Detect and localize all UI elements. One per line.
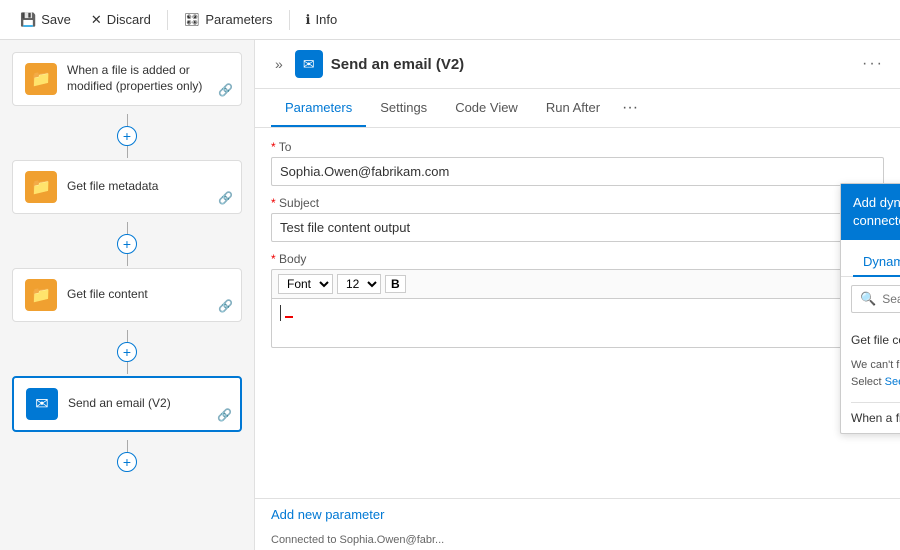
- flow-node-content[interactable]: 📁 Get file content 🔗: [12, 268, 242, 322]
- dynamic-section-2: When a file is added or updated See more: [841, 403, 900, 433]
- connector-line3: [127, 222, 128, 234]
- tab-bar: Parameters Settings Code View Run After …: [255, 89, 900, 128]
- parameters-icon: 🎛: [184, 12, 201, 28]
- dynamic-section-1: Get file content See more We can't find …: [841, 321, 900, 402]
- form-content: * To * Subject * Body: [255, 128, 900, 550]
- connector-3: +: [12, 330, 242, 374]
- connector-line: [127, 114, 128, 126]
- connected-text: Connected to Sophia.Owen@fabr...: [255, 530, 900, 550]
- see-more-inline-link[interactable]: See more: [885, 376, 900, 388]
- body-required: *: [271, 252, 279, 266]
- connector-line2: [127, 146, 128, 158]
- connector-2: +: [12, 222, 242, 266]
- action-title: Send an email (V2): [331, 56, 464, 73]
- add-param-bar: Add new parameter: [255, 498, 900, 530]
- connector-line5: [127, 330, 128, 342]
- parameters-button[interactable]: 🎛 Parameters: [176, 8, 281, 32]
- connector-line4: [127, 254, 128, 266]
- link-icon-metadata: 🔗: [218, 191, 233, 205]
- link-icon-email: 🔗: [217, 408, 232, 422]
- add-step-3[interactable]: +: [117, 342, 137, 362]
- body-field: * Body Font 12 B: [271, 252, 884, 348]
- connector-1: +: [12, 114, 242, 158]
- body-underline: [285, 316, 293, 318]
- flow-node-email[interactable]: ✉ Send an email (V2) 🔗: [12, 376, 242, 432]
- info-label: Info: [315, 12, 337, 27]
- info-button[interactable]: ℹ Info: [298, 8, 346, 32]
- search-icon: 🔍: [860, 291, 876, 307]
- trigger-label: When a file is added or modified (proper…: [67, 63, 229, 94]
- to-label: * To: [271, 140, 884, 154]
- connector-line7: [127, 440, 128, 452]
- to-required: *: [271, 140, 279, 154]
- info-icon: ℹ: [306, 12, 311, 28]
- email-label: Send an email (V2): [68, 396, 171, 412]
- trigger-icon: 📁: [25, 63, 57, 95]
- link-icon-content: 🔗: [218, 299, 233, 313]
- tab-runafter[interactable]: Run After: [532, 90, 614, 127]
- fontsize-select[interactable]: 12: [337, 274, 381, 294]
- dtab-dynamic[interactable]: Dynamic content: [853, 248, 900, 277]
- toolbar-divider: [167, 10, 168, 30]
- dynamic-header: Add dynamic content from the apps and co…: [841, 184, 900, 240]
- discard-button[interactable]: ✕ Discard: [83, 8, 159, 32]
- metadata-label: Get file metadata: [67, 179, 158, 195]
- tab-more-button[interactable]: ···: [614, 89, 646, 127]
- content-icon: 📁: [25, 279, 57, 311]
- form-area: * To * Subject * Body: [255, 128, 900, 498]
- metadata-icon: 📁: [25, 171, 57, 203]
- parameters-label: Parameters: [205, 12, 272, 27]
- cursor: [280, 305, 281, 321]
- subject-required: *: [271, 196, 279, 210]
- flow-node-trigger[interactable]: 📁 When a file is added or modified (prop…: [12, 52, 242, 106]
- section2-title: When a file is added or updated: [851, 411, 900, 425]
- flow-node-metadata[interactable]: 📁 Get file metadata 🔗: [12, 160, 242, 214]
- action-header: » ✉ Send an email (V2) ···: [255, 40, 900, 89]
- add-step-1[interactable]: +: [117, 126, 137, 146]
- subject-label: * Subject: [271, 196, 884, 210]
- save-icon: 💾: [20, 12, 36, 28]
- subject-input[interactable]: [271, 213, 884, 242]
- to-input[interactable]: [271, 157, 884, 186]
- save-label: Save: [41, 12, 71, 27]
- connector-line6: [127, 362, 128, 374]
- bold-button[interactable]: B: [385, 275, 406, 293]
- body-toolbar: Font 12 B: [271, 269, 884, 298]
- left-panel: 📁 When a file is added or modified (prop…: [0, 40, 255, 550]
- toolbar-divider2: [289, 10, 290, 30]
- connector-4: +: [12, 440, 242, 472]
- email-icon: ✉: [26, 388, 58, 420]
- section1-header: Get file content See more: [851, 327, 900, 353]
- discard-label: Discard: [107, 12, 151, 27]
- action-more-button[interactable]: ···: [862, 55, 884, 73]
- right-panel: » ✉ Send an email (V2) ··· Parameters Se…: [255, 40, 900, 550]
- add-step-4[interactable]: +: [117, 452, 137, 472]
- dynamic-header-text: Add dynamic content from the apps and co…: [853, 194, 900, 230]
- link-icon-trigger: 🔗: [218, 83, 233, 97]
- add-step-2[interactable]: +: [117, 234, 137, 254]
- body-label: * Body: [271, 252, 884, 266]
- tab-settings[interactable]: Settings: [366, 90, 441, 127]
- dynamic-search-bar: 🔍: [851, 285, 900, 313]
- right-content-wrapper: * To * Subject * Body: [255, 128, 900, 550]
- add-param-button[interactable]: Add new parameter: [271, 507, 384, 522]
- to-field: * To: [271, 140, 884, 186]
- dynamic-tab-bar: Dynamic content Expression: [841, 240, 900, 277]
- tab-codeview[interactable]: Code View: [441, 90, 532, 127]
- discard-icon: ✕: [91, 12, 102, 28]
- dynamic-search-input[interactable]: [882, 292, 900, 306]
- toolbar: 💾 Save ✕ Discard 🎛 Parameters ℹ Info: [0, 0, 900, 40]
- collapse-button[interactable]: »: [271, 54, 287, 74]
- dynamic-message: We can't find any outputs to match this …: [851, 353, 900, 396]
- main-layout: 📁 When a file is added or modified (prop…: [0, 40, 900, 550]
- save-button[interactable]: 💾 Save: [12, 8, 79, 32]
- dynamic-panel: Add dynamic content from the apps and co…: [840, 183, 900, 434]
- font-select[interactable]: Font: [278, 274, 333, 294]
- tab-parameters[interactable]: Parameters: [271, 90, 366, 127]
- content-label: Get file content: [67, 287, 148, 303]
- section1-title: Get file content: [851, 333, 900, 347]
- subject-field: * Subject: [271, 196, 884, 242]
- body-editor[interactable]: [271, 298, 884, 348]
- action-icon: ✉: [295, 50, 323, 78]
